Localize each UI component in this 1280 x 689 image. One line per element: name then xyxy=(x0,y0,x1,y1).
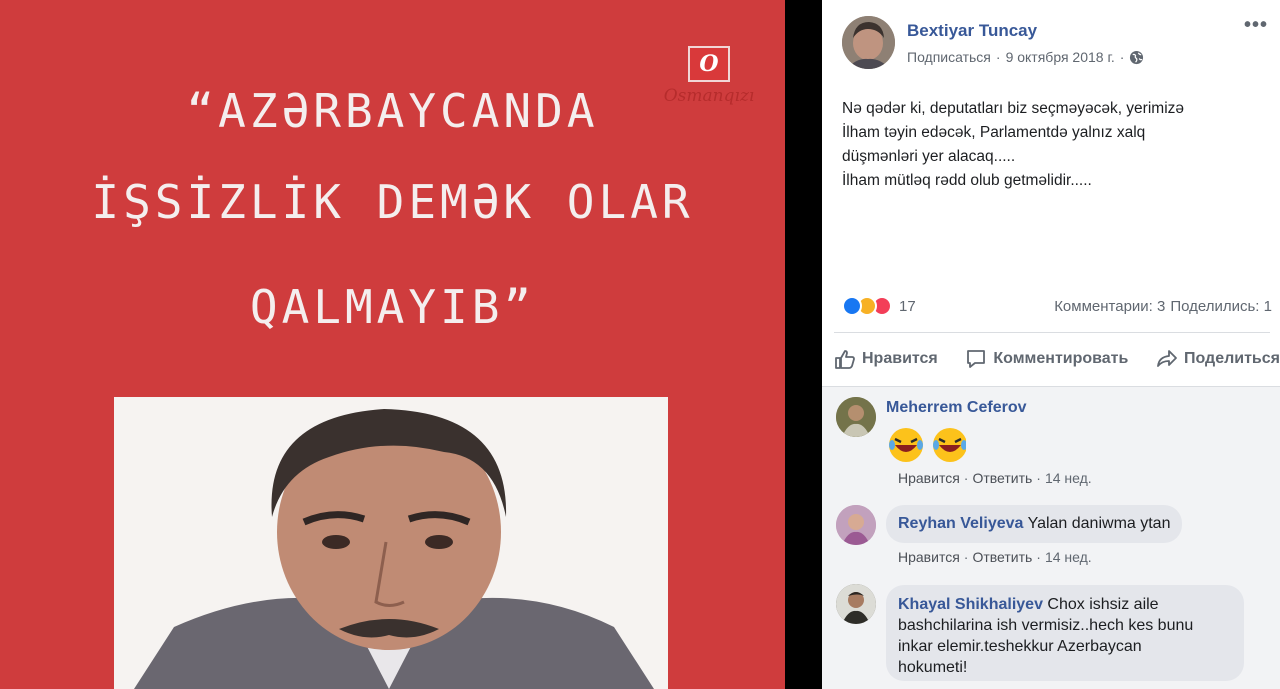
commenter-name[interactable]: Meherrem Ceferov xyxy=(886,399,1027,417)
comment-bubble: Reyhan Veliyeva Yalan daniwma ytan xyxy=(886,505,1183,543)
watermark-text: Osmanqızı xyxy=(663,86,755,106)
post-image[interactable]: “AZƏRBAYCANDA İŞSİZLİK DEMƏK OLAR QALMAY… xyxy=(0,0,785,689)
comment-text: Yalan daniwma ytan xyxy=(1027,515,1171,532)
more-options-icon[interactable]: ••• xyxy=(1244,14,1268,37)
comment-like-link[interactable]: Нравится xyxy=(898,470,960,486)
like-button[interactable]: Нравится xyxy=(834,348,938,370)
share-arrow-icon xyxy=(1157,350,1177,367)
comment-text-line: Chox ishsiz aile xyxy=(1047,596,1159,613)
comment-time[interactable]: 14 нед. xyxy=(1045,470,1092,486)
action-bar: Нравится Комментировать Поделиться xyxy=(834,342,1280,376)
comment-reply-link[interactable]: Ответить xyxy=(972,470,1032,486)
commenter-avatar[interactable] xyxy=(836,584,876,624)
comment-time[interactable]: 14 нед. xyxy=(1045,549,1092,565)
post-text-line: Nə qədər ki, deputatları biz seçməyəcək,… xyxy=(842,100,1185,117)
engagement-counts: Комментарии: 3 Поделились: 1 xyxy=(1054,298,1272,315)
comment-bubble: Khayal Shikhaliyev Chox ishsiz aile bash… xyxy=(886,585,1244,681)
share-button-label: Поделиться xyxy=(1183,350,1280,367)
commenter-avatar[interactable] xyxy=(836,397,876,437)
post-text-line: İlham mütləq rədd olub getməlidir..... xyxy=(842,172,1092,189)
reaction-count[interactable]: 17 xyxy=(899,298,916,315)
like-button-label: Нравится xyxy=(862,350,938,367)
watermark-logo: O xyxy=(688,46,730,82)
like-reaction-icon[interactable] xyxy=(842,296,862,316)
post-meta: Подписаться · 9 октября 2018 г. · xyxy=(907,49,1144,65)
globe-icon[interactable] xyxy=(1129,50,1144,65)
author-name[interactable]: Bextiyar Tuncay xyxy=(907,21,1037,41)
comment-reply-link[interactable]: Ответить xyxy=(972,549,1032,565)
post-panel: Bextiyar Tuncay Подписаться · 9 октября … xyxy=(822,0,1280,689)
commenter-avatar[interactable] xyxy=(836,505,876,545)
commenter-avatar-image xyxy=(836,397,876,437)
comment-actions: Нравится · Ответить · 14 нед. xyxy=(898,549,1092,565)
commenter-name[interactable]: Khayal Shikhaliyev xyxy=(898,596,1043,613)
post-text-line: düşmənləri yer alacaq..... xyxy=(842,148,1016,165)
quote-line-2: İŞSİZLİK DEMƏK OLAR xyxy=(91,175,694,229)
author-avatar-image xyxy=(842,16,895,69)
comment-text-line: hokumeti! xyxy=(898,659,968,676)
comments-count[interactable]: Комментарии: 3 xyxy=(1054,298,1165,315)
commenter-avatar-image xyxy=(836,505,876,545)
comment-like-link[interactable]: Нравится xyxy=(898,549,960,565)
portrait-photo xyxy=(114,397,668,689)
dot-separator: · xyxy=(963,549,969,565)
meta-separator: · xyxy=(1119,49,1125,65)
comment-text-line: bashchilarina ish vermisiz..hech kes bun… xyxy=(898,617,1194,634)
portrait-illustration xyxy=(114,397,668,689)
dot-separator: · xyxy=(1036,470,1041,486)
commenter-name[interactable]: Reyhan Veliyeva xyxy=(898,515,1023,532)
post-date[interactable]: 9 октября 2018 г. xyxy=(1006,49,1115,65)
shares-count[interactable]: Поделились: 1 xyxy=(1170,298,1272,315)
thumbs-up-icon xyxy=(835,350,855,369)
share-button[interactable]: Поделиться xyxy=(1156,348,1280,370)
author-avatar[interactable] xyxy=(842,16,895,69)
comment-emoji xyxy=(886,425,966,465)
commenter-avatar-image xyxy=(836,584,876,624)
reactions-row: 17 Комментарии: 3 Поделились: 1 xyxy=(842,294,1272,318)
subscribe-link[interactable]: Подписаться xyxy=(907,49,991,65)
post-text-line: İlham təyin edəcək, Parlamentdə yalnız x… xyxy=(842,124,1146,141)
divider xyxy=(834,332,1270,333)
quote-line-3: QALMAYIB” xyxy=(249,280,536,334)
comment-text-line: inkar elemir.teshekkur Azerbaycan xyxy=(898,638,1142,655)
dot-separator: · xyxy=(1036,549,1041,565)
comment-actions: Нравится · Ответить · 14 нед. xyxy=(898,470,1092,486)
laughing-emoji-icon xyxy=(889,428,966,462)
comments-section: Meherrem Ceferov Нравится · Ответить · 1… xyxy=(822,386,1280,689)
post-text: Nə qədər ki, deputatları biz seçməyəcək,… xyxy=(842,97,1272,193)
comment-button-label: Комментировать xyxy=(993,350,1129,367)
meta-separator: · xyxy=(995,49,1001,65)
comment-icon xyxy=(967,350,986,368)
dot-separator: · xyxy=(963,470,969,486)
comment-button[interactable]: Комментировать xyxy=(965,348,1128,370)
